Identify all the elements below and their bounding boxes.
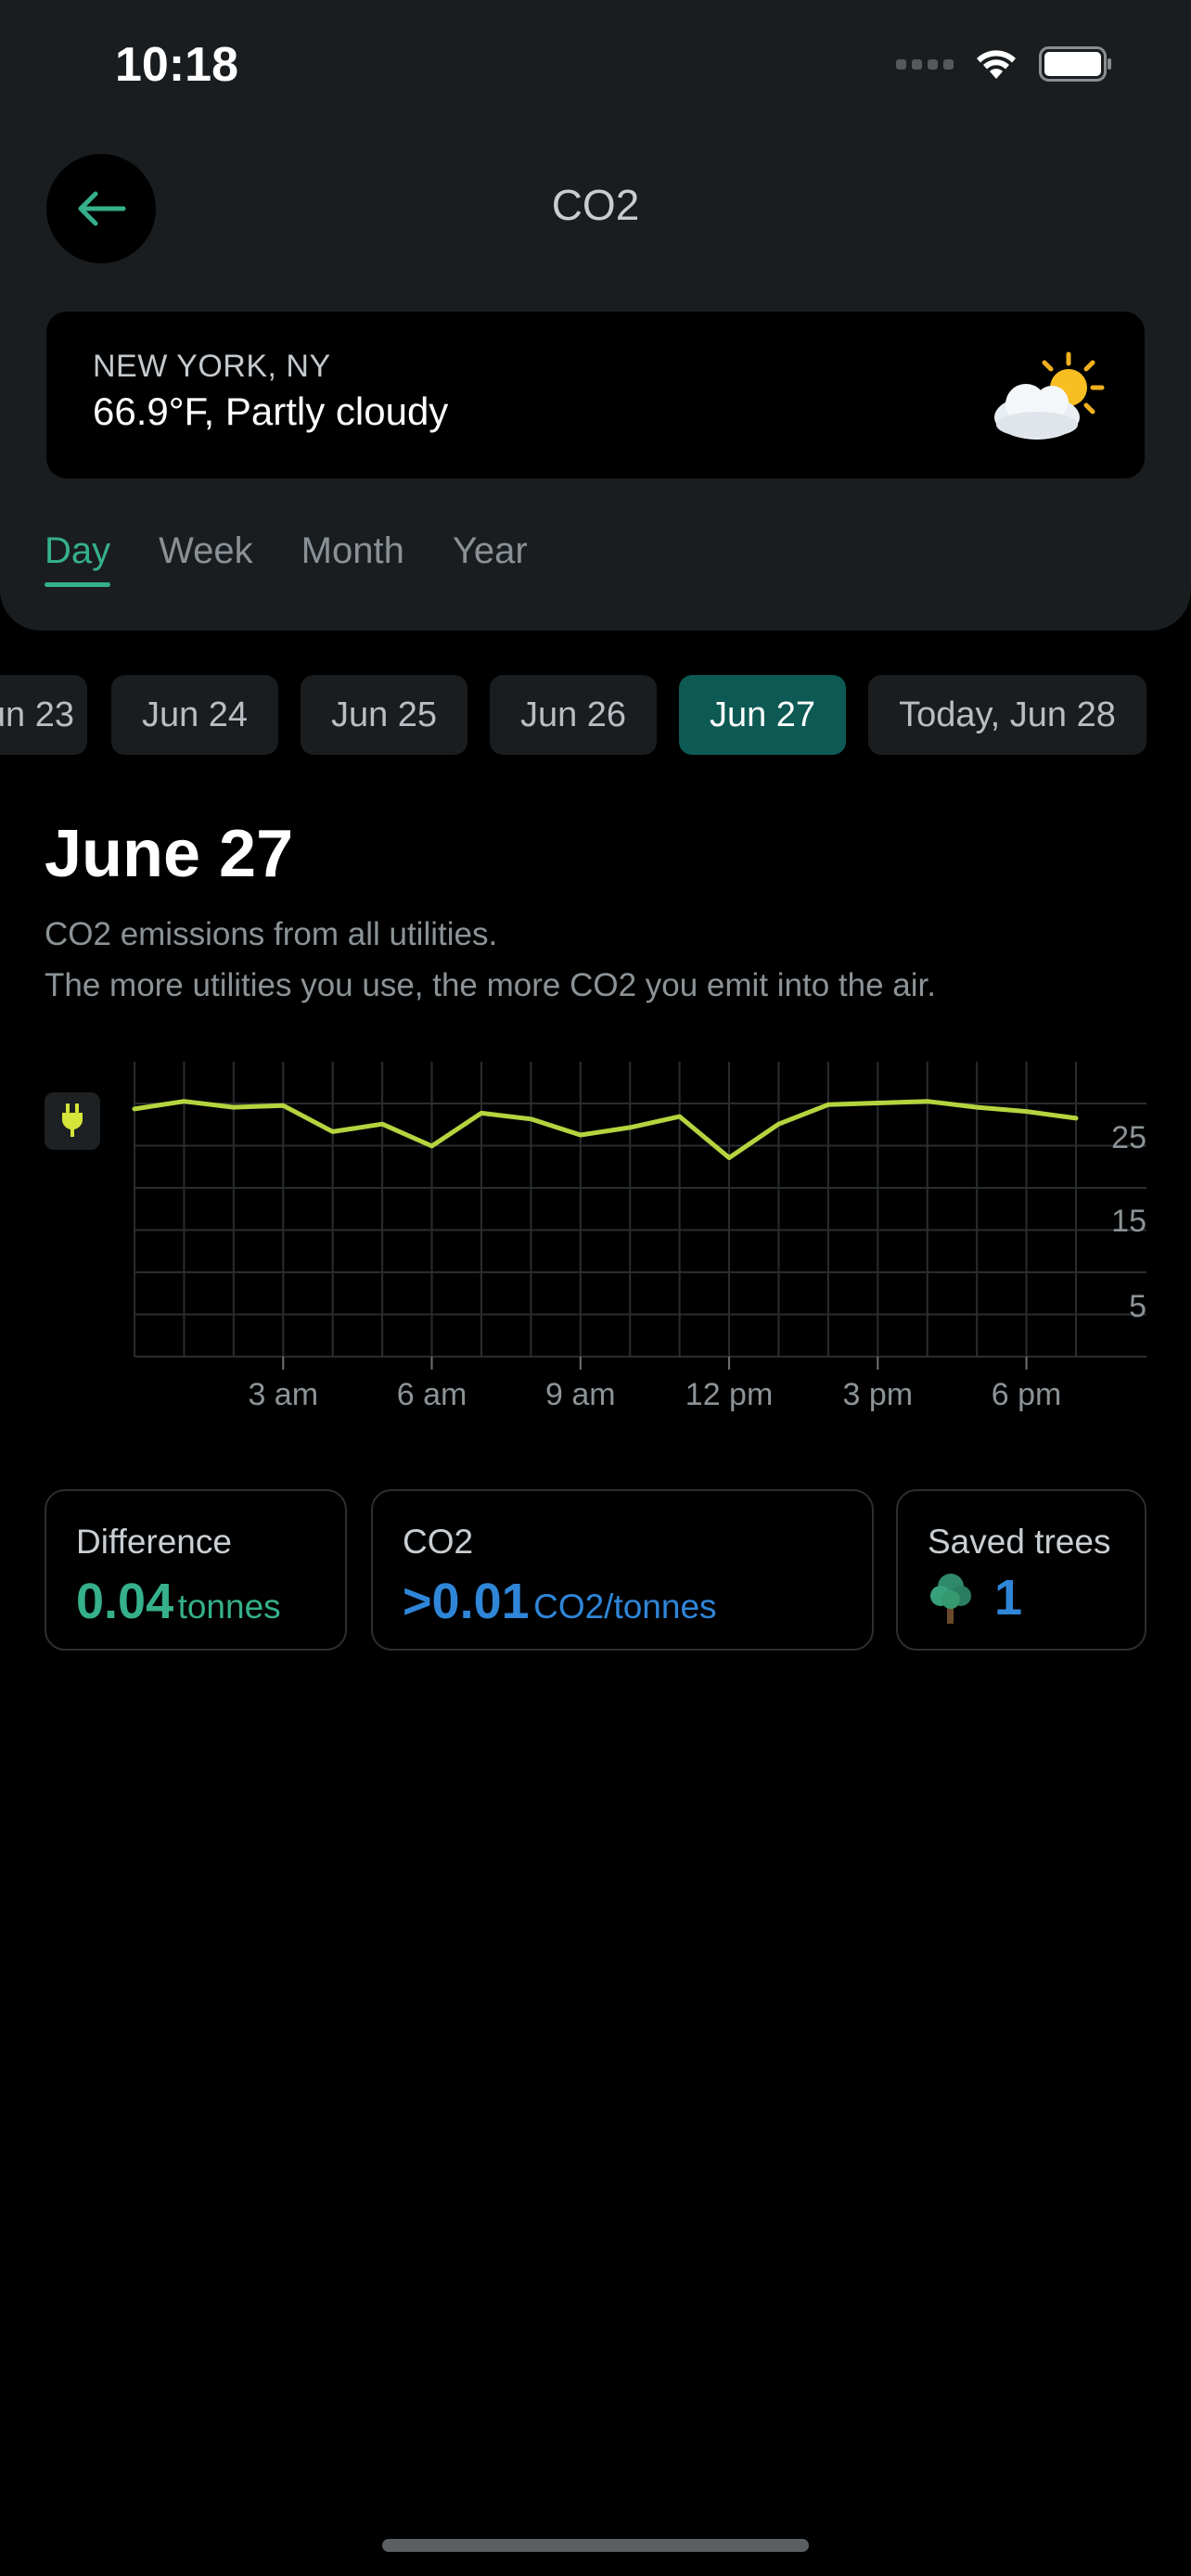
difference-unit: tonnes — [177, 1588, 281, 1626]
co2-card: CO2 >0.01 CO2/tonnes — [371, 1489, 874, 1651]
tab-year[interactable]: Year — [453, 530, 528, 587]
difference-card: Difference 0.04 tonnes — [45, 1489, 347, 1651]
x-tick-label: 3 pm — [843, 1377, 914, 1412]
partly-cloudy-icon — [994, 351, 1105, 440]
wifi-icon — [977, 50, 1016, 79]
date-pill-jun-23[interactable]: Jun 23 — [0, 675, 87, 755]
description-line-1: CO2 emissions from all utilities. — [45, 916, 498, 952]
co2-value-group: >0.01 CO2/tonnes — [403, 1573, 717, 1630]
day-title: June 27 — [45, 817, 294, 891]
weather-city: NEW YORK, NY — [93, 349, 331, 384]
difference-value: 0.04 — [76, 1574, 174, 1629]
date-pill-jun-24[interactable]: Jun 24 — [111, 675, 278, 755]
status-time: 10:18 — [115, 38, 238, 92]
tab-month[interactable]: Month — [301, 530, 404, 587]
date-pill-jun-27[interactable]: Jun 27 — [679, 675, 846, 755]
weather-card: NEW YORK, NY 66.9°F, Partly cloudy — [46, 312, 1145, 478]
difference-label: Difference — [76, 1523, 232, 1561]
tree-icon — [930, 1574, 971, 1624]
status-icons — [896, 46, 1113, 82]
co2-series-line — [132, 1099, 1079, 1161]
description-line-2: The more utilities you use, the more CO2… — [45, 967, 936, 1003]
difference-value-group: 0.04 tonnes — [76, 1573, 281, 1630]
co2-value: >0.01 — [403, 1574, 530, 1629]
home-indicator — [382, 2539, 809, 2552]
x-tick-label: 9 am — [545, 1377, 616, 1412]
period-tabs: Day Week Month Year — [45, 530, 528, 587]
tab-day[interactable]: Day — [45, 530, 111, 587]
battery-icon — [1039, 46, 1111, 82]
y-tick-label: 25 — [1111, 1120, 1146, 1155]
saved-trees-value: 1 — [994, 1570, 1023, 1626]
page-title: CO2 — [551, 181, 640, 229]
x-tick-label: 12 pm — [685, 1377, 774, 1412]
saved-trees-card: Saved trees 1 — [896, 1489, 1146, 1651]
date-pill-jun-26[interactable]: Jun 26 — [490, 675, 657, 755]
weather-condition: 66.9°F, Partly cloudy — [93, 389, 449, 433]
y-tick-label: 5 — [1129, 1289, 1146, 1324]
cellular-signal-icon — [896, 58, 954, 70]
co2-label: CO2 — [403, 1523, 474, 1561]
saved-trees-label: Saved trees — [928, 1523, 1111, 1561]
saved-trees-value-group: 1 — [928, 1569, 1022, 1626]
tab-week[interactable]: Week — [159, 530, 253, 587]
date-pill-jun-25[interactable]: Jun 25 — [301, 675, 467, 755]
x-tick-label: 6 am — [397, 1377, 467, 1412]
y-tick-label: 15 — [1111, 1204, 1146, 1239]
x-tick-label: 3 am — [248, 1377, 318, 1412]
date-pill-today[interactable]: Today, Jun 28 — [868, 675, 1146, 755]
co2-unit: CO2/tonnes — [533, 1588, 717, 1626]
x-tick-label: 6 pm — [992, 1377, 1062, 1412]
co2-line-chart: 3 am 6 am 9 am 12 pm 3 pm 6 pm 25 15 5 — [132, 1062, 1146, 1412]
